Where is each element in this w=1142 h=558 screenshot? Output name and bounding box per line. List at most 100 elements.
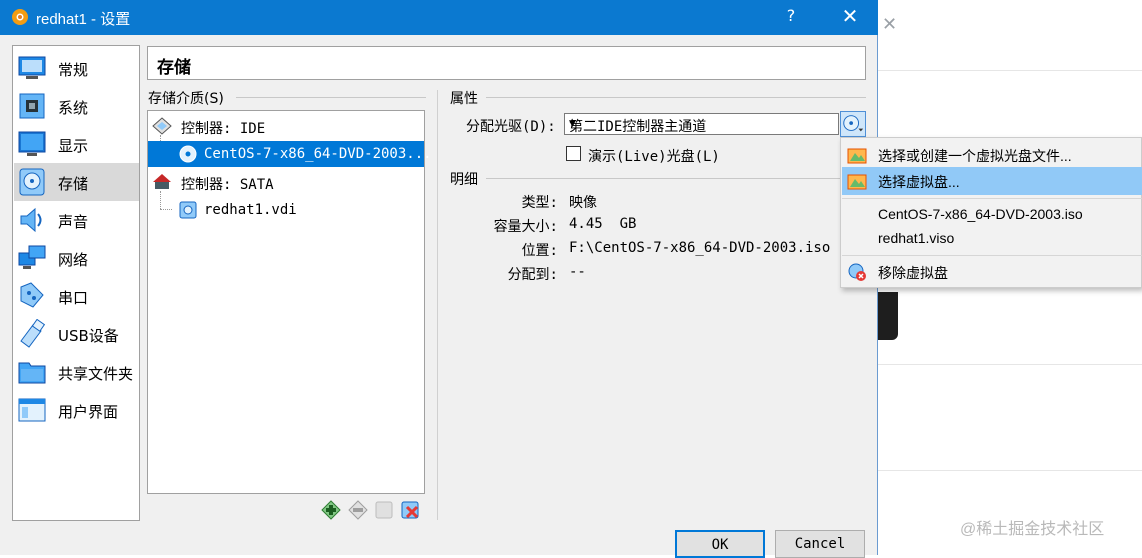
sidebar-item-audio[interactable]: 声音 <box>14 201 139 239</box>
shared-folder-icon <box>18 362 46 384</box>
background-divider <box>878 364 1142 365</box>
chevron-down-icon: ▼ <box>569 119 576 129</box>
sidebar-item-serial-port[interactable]: 串口 <box>14 277 139 315</box>
hard-disk-icon <box>179 201 197 219</box>
menu-item-label: 移除虚拟盘 <box>878 265 948 281</box>
sidebar-item-usb[interactable]: USB设备 <box>14 315 139 353</box>
tree-row-label: 控制器: IDE <box>181 121 266 137</box>
sidebar-item-shared-folders[interactable]: 共享文件夹 <box>14 353 139 391</box>
storage-media-label: 存储介质(S) <box>148 91 224 107</box>
detail-key-location: 位置: <box>521 243 558 259</box>
remove-attachment-icon[interactable] <box>399 499 421 521</box>
cancel-button[interactable]: Cancel <box>775 530 865 558</box>
sidebar-item-label: 常规 <box>58 61 89 79</box>
settings-sidebar: 常规 系统 显示 存储 声音 网络 串口 USB设备 共享文件夹 用户界面 <box>12 45 140 521</box>
sidebar-item-label: 存储 <box>58 175 89 193</box>
tree-row-hard-disk[interactable]: redhat1.vdi <box>148 197 424 223</box>
background-divider <box>878 70 1142 71</box>
settings-dialog: redhat1 - 设置 ? ✕ 常规 系统 显示 存储 声音 网络 串口 US… <box>0 0 878 558</box>
menu-separator <box>842 255 1142 256</box>
menu-separator <box>842 198 1142 199</box>
detail-value-size: 4.45 GB <box>569 216 637 232</box>
tree-row-controller-ide[interactable]: 控制器: IDE <box>148 113 424 139</box>
page-title: 存储 <box>157 58 191 78</box>
sidebar-item-label: 网络 <box>58 251 89 269</box>
serial-port-icon <box>20 282 44 308</box>
folder-open-icon <box>847 174 867 190</box>
general-icon <box>18 56 46 79</box>
usb-icon <box>20 319 46 348</box>
sidebar-item-label: USB设备 <box>58 327 119 345</box>
background-dark-panel <box>878 292 898 340</box>
menu-item-label: 选择虚拟盘... <box>878 174 960 190</box>
sidebar-item-system[interactable]: 系统 <box>14 87 139 125</box>
audio-icon <box>20 207 42 233</box>
disk-context-menu: 选择或创建一个虚拟光盘文件... 选择虚拟盘... CentOS-7-x86_6… <box>840 137 1142 288</box>
menu-item-recent-viso[interactable]: redhat1.viso <box>842 225 1142 253</box>
window-title: redhat1 - 设置 <box>36 11 131 28</box>
detail-key-attached: 分配到: <box>507 267 558 283</box>
system-icon <box>19 93 45 119</box>
menu-item-label: 选择或创建一个虚拟光盘文件... <box>878 148 1072 164</box>
controller-sata-icon <box>153 174 171 189</box>
optical-disc-icon <box>179 145 197 163</box>
detail-key-size: 容量大小: <box>493 219 558 235</box>
live-cd-label[interactable]: 演示(Live)光盘(L) <box>588 146 720 166</box>
sidebar-item-network[interactable]: 网络 <box>14 239 139 277</box>
menu-item-label: CentOS-7-x86_64-DVD-2003.iso <box>878 206 1083 222</box>
background-close-icon[interactable]: ✕ <box>882 14 897 35</box>
watermark: @稀土掘金技术社区 <box>960 521 1105 538</box>
add-attachment-icon[interactable] <box>373 499 395 521</box>
sidebar-item-label: 显示 <box>58 137 89 155</box>
choose-disk-button[interactable] <box>840 111 866 137</box>
sidebar-item-storage[interactable]: 存储 <box>14 163 139 201</box>
detail-key-type: 类型: <box>521 195 558 211</box>
drive-label: 分配光驱(D): <box>466 119 556 135</box>
sidebar-item-label: 串口 <box>58 289 89 307</box>
sidebar-item-label: 声音 <box>58 213 89 231</box>
sidebar-item-label: 共享文件夹 <box>58 365 134 383</box>
menu-item-remove-disk[interactable]: 移除虚拟盘 <box>842 258 1142 286</box>
ok-button[interactable]: OK <box>675 530 765 558</box>
gear-app-icon <box>12 9 28 25</box>
optical-disc-icon <box>843 115 864 132</box>
remove-disc-icon <box>848 263 866 281</box>
detail-value-type: 映像 <box>569 195 597 211</box>
attributes-label: 属性 <box>450 91 478 107</box>
group-divider <box>486 97 866 98</box>
storage-tree[interactable]: 控制器: IDE CentOS-7-x86_64-DVD-2003... 控制器… <box>147 110 432 494</box>
sidebar-item-label: 用户界面 <box>58 403 119 421</box>
controller-ide-icon <box>152 117 172 135</box>
title-bar[interactable]: redhat1 - 设置 ? ✕ <box>0 0 878 35</box>
page-title-box: 存储 <box>147 46 866 80</box>
detail-value-location: F:\CentOS-7-x86_64-DVD-2003.iso <box>569 240 831 256</box>
display-icon <box>18 131 46 156</box>
detail-value-attached: -- <box>569 264 586 280</box>
sidebar-item-general[interactable]: 常规 <box>14 49 139 87</box>
menu-item-choose-create[interactable]: 选择或创建一个虚拟光盘文件... <box>842 141 1142 169</box>
sidebar-item-display[interactable]: 显示 <box>14 125 139 163</box>
optical-drive-select[interactable]: 第二IDE控制器主通道 ▼ <box>564 113 839 135</box>
group-divider <box>236 97 426 98</box>
menu-item-label: redhat1.viso <box>878 230 955 246</box>
tree-row-optical-disk[interactable]: CentOS-7-x86_64-DVD-2003... <box>148 141 432 167</box>
sidebar-item-label: 系统 <box>58 99 89 117</box>
group-divider <box>486 178 840 179</box>
tree-row-controller-sata[interactable]: 控制器: SATA <box>148 169 424 195</box>
remove-controller-icon[interactable] <box>347 499 369 521</box>
sidebar-item-user-interface[interactable]: 用户界面 <box>14 391 139 429</box>
tree-row-label: redhat1.vdi <box>204 202 297 218</box>
menu-item-choose-disk[interactable]: 选择虚拟盘... <box>842 167 1142 195</box>
details-label: 明细 <box>450 172 478 188</box>
live-cd-checkbox[interactable] <box>566 146 581 161</box>
panel-splitter[interactable] <box>437 90 438 520</box>
tree-row-label: 控制器: SATA <box>181 177 274 193</box>
user-interface-icon <box>18 398 46 422</box>
tree-row-label: CentOS-7-x86_64-DVD-2003... <box>204 146 432 162</box>
storage-icon <box>19 168 45 196</box>
close-button[interactable]: ✕ <box>832 4 868 30</box>
folder-add-icon <box>847 148 867 164</box>
add-controller-icon[interactable] <box>320 499 342 521</box>
network-icon <box>18 245 46 269</box>
help-button[interactable]: ? <box>778 6 804 28</box>
